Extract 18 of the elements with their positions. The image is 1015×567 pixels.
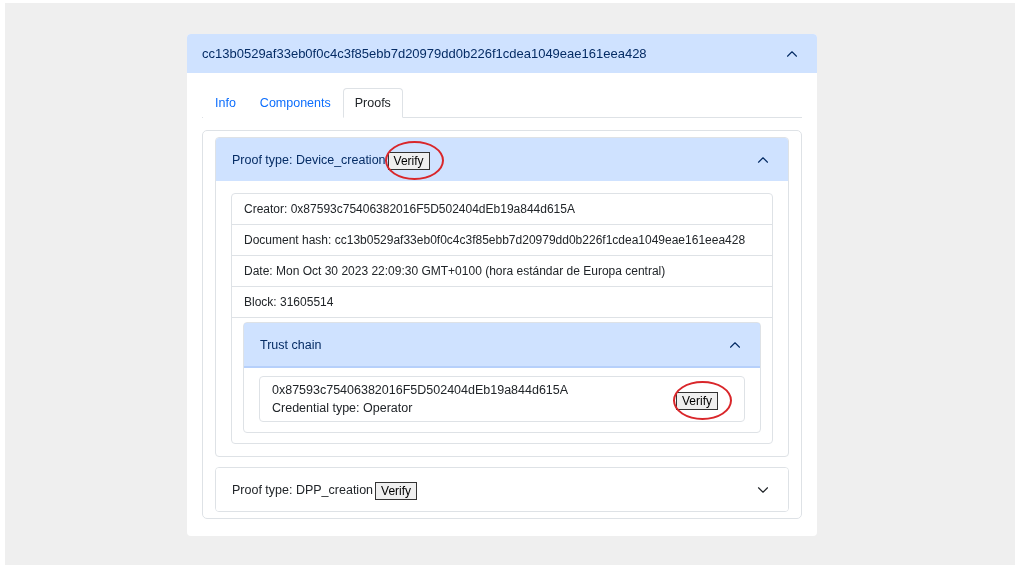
detail-row: Block: 31605514 [232, 287, 772, 318]
trust-chain-header[interactable]: Trust chain [244, 323, 760, 366]
detail-row: Document hash: cc13b0529af33eb0f0c4c3f85ebb7d20979dd0b226f1cdea1049eae161eea428 [232, 225, 772, 256]
proof-header[interactable]: Proof type: Device_creation Verify [216, 138, 788, 181]
detail-row: Creator: 0x87593c75406382016F5D502404dEb19a844d615A [232, 194, 772, 225]
detail-row: Date: Mon Oct 30 2023 22:09:30 GMT+0100 (hora estándar de Europa central) [232, 256, 772, 287]
proof-type-label: Proof type: Device_creation [232, 152, 386, 167]
proof-header[interactable]: Proof type: DPP_creation Verify [216, 468, 788, 511]
verify-button[interactable]: Verify [387, 152, 430, 170]
verify-button[interactable]: Verify [676, 391, 718, 410]
address-text: 0x87593c75406382016F5D502404dEb19a844d615A [272, 383, 569, 397]
verify-button[interactable]: Verify [375, 482, 418, 500]
document-hash-title: cc13b0529af33eb0f0c4c3f85ebb7d20979dd0b226f1cdea1049eae161eea428 [202, 46, 647, 61]
trust-chain-label: Trust chain [260, 337, 322, 352]
proof-type-label: Proof type: DPP_creation [232, 482, 374, 497]
accordion-header[interactable]: cc13b0529af33eb0f0c4c3f85ebb7d20979dd0b226f1cdea1049eae161eea428 [187, 34, 817, 73]
tab[interactable]: Proofs [342, 88, 403, 118]
credential-type-text: Credential type: Operator [272, 401, 414, 415]
